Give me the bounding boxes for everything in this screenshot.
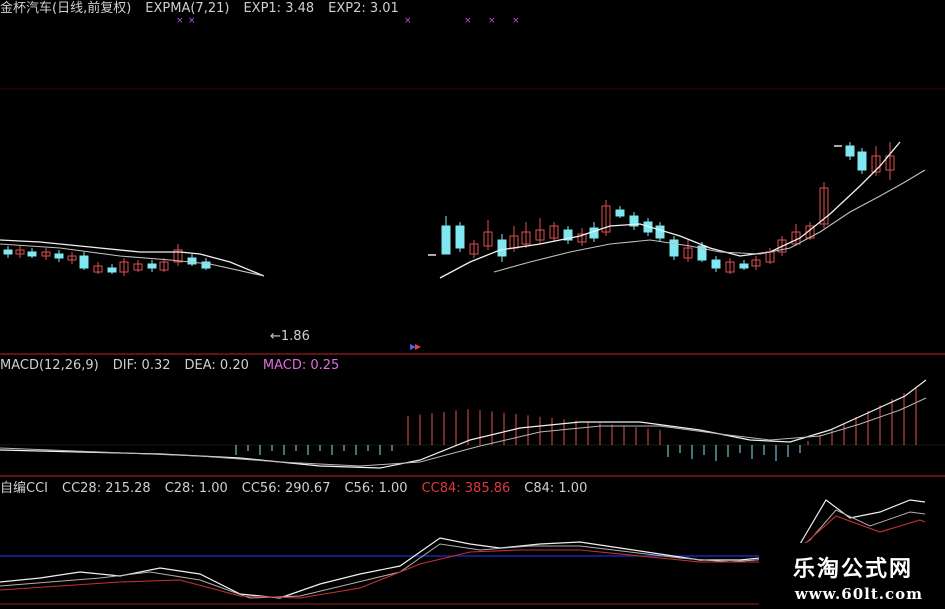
candle-body [857,151,867,171]
cc56-value: CC56: 290.67 [241,481,331,496]
macd-value: MACD: 0.25 [262,358,340,373]
candle-body [711,259,721,269]
dea-line [0,397,927,467]
dif-line [0,379,927,469]
macd-panel[interactable] [0,379,945,469]
stock-name: 金杯汽车(日线,前复权) [0,1,132,16]
candle-body [3,249,13,255]
signal-marker: × [404,16,412,26]
chart-canvas[interactable]: × × × × × × [0,0,945,609]
dea-value: DEA: 0.20 [184,358,249,373]
candle-body [739,263,749,269]
candle-body [107,267,117,273]
signal-marker: × [188,16,196,26]
signal-marker: × [512,16,520,26]
low-price-marker: ←1.86 [270,329,310,344]
c56-value: C56: 1.00 [344,481,408,496]
watermark-box: 乐淘公式网 www.60lt.com [759,543,945,609]
candle-body [187,257,197,265]
cc28-value: CC28: 215.28 [62,481,151,496]
macd-header: MACD(12,26,9) DIF: 0.32 DEA: 0.20 MACD: 0.2… [0,358,353,373]
cci-indicator-label: 自编CCI [0,481,48,496]
candle-body [79,255,89,269]
candle-body [845,145,855,157]
macd-indicator-label: MACD(12,26,9) [0,358,99,373]
candle-body [455,225,465,249]
candle-body [27,251,37,257]
price-header: 金杯汽车(日线,前复权) EXPMA(7,21) EXP1: 3.48 EXP2: 3… [0,1,413,16]
exp1-line [0,239,265,277]
candle-body [497,239,507,257]
signal-marker: × [464,16,472,26]
c28-value: C28: 1.00 [164,481,228,496]
exp1-value: EXP1: 3.48 [243,1,315,16]
dif-value: DIF: 0.32 [112,358,171,373]
watermark-url: www.60lt.com [794,585,923,603]
exp2-value: EXP2: 3.01 [328,1,399,16]
candle-body [441,225,451,255]
expma-label: EXPMA(7,21) [145,1,230,16]
signal-marker [415,344,421,350]
exp1-line [439,141,901,279]
candle-body [655,225,665,239]
candle-body [669,239,679,257]
cc84-value: CC84: 385.86 [421,481,511,496]
signal-marker: × [176,16,184,26]
candle-body [147,263,157,269]
c84-value: C84: 1.00 [524,481,588,496]
cci-header: 自编CCI CC28: 215.28 C28: 1.00 CC56: 290.67 C5… [0,481,601,496]
signal-marker: × [488,16,496,26]
candle-body [54,253,64,259]
price-panel[interactable]: × × × × × × [0,16,945,477]
candle-body [615,209,625,217]
watermark-title: 乐淘公式网 [792,556,913,582]
candle-body [589,227,599,239]
